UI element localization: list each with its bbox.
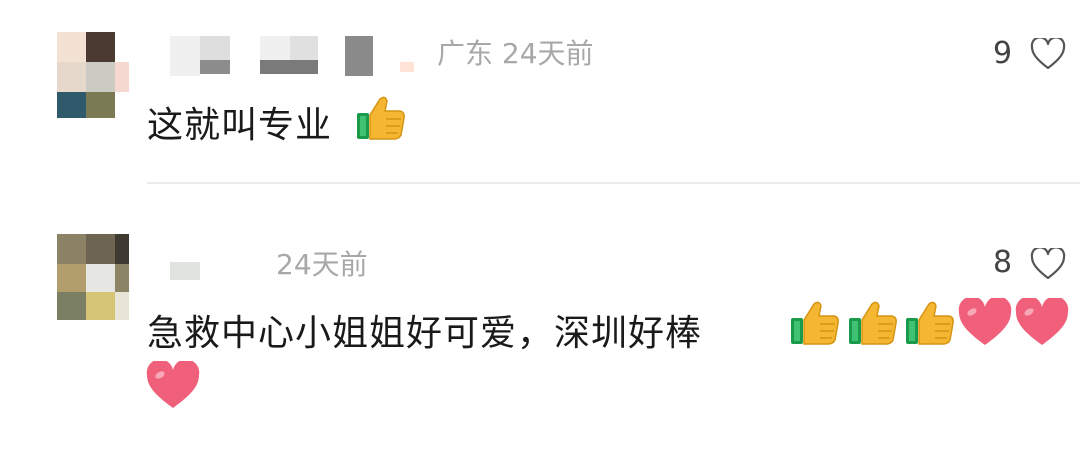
comment-item[interactable]: 广东 24天前 这就叫专业 9 [0,0,1080,185]
like-heart-icon[interactable] [1030,248,1066,280]
divider [147,182,1080,184]
avatar[interactable] [57,234,129,320]
username-blurred[interactable] [165,256,265,286]
like-count: 8 [993,245,1013,280]
heart-icon [1015,298,1069,345]
heart-icon [958,298,1012,345]
avatar[interactable] [57,32,129,118]
heart-icon [146,361,200,408]
comment-meta: 广东 24天前 [437,37,594,70]
like-count: 9 [993,36,1013,71]
thumbs-up-icon [906,301,954,345]
username-blurred[interactable] [150,34,420,79]
thumbs-up-icon [357,96,405,140]
comment-text: 急救中心小姐姐好可爱，深圳好棒 [147,313,703,354]
comment-meta: 24天前 [276,248,368,281]
comment-text: 这就叫专业 [147,105,333,146]
thumbs-up-icon [791,301,839,345]
like-heart-icon[interactable] [1030,38,1066,70]
comment-item[interactable]: 24天前 8 急救中心小姐姐好可爱，深圳好棒 [0,186,1080,450]
thumbs-up-icon [849,301,897,345]
